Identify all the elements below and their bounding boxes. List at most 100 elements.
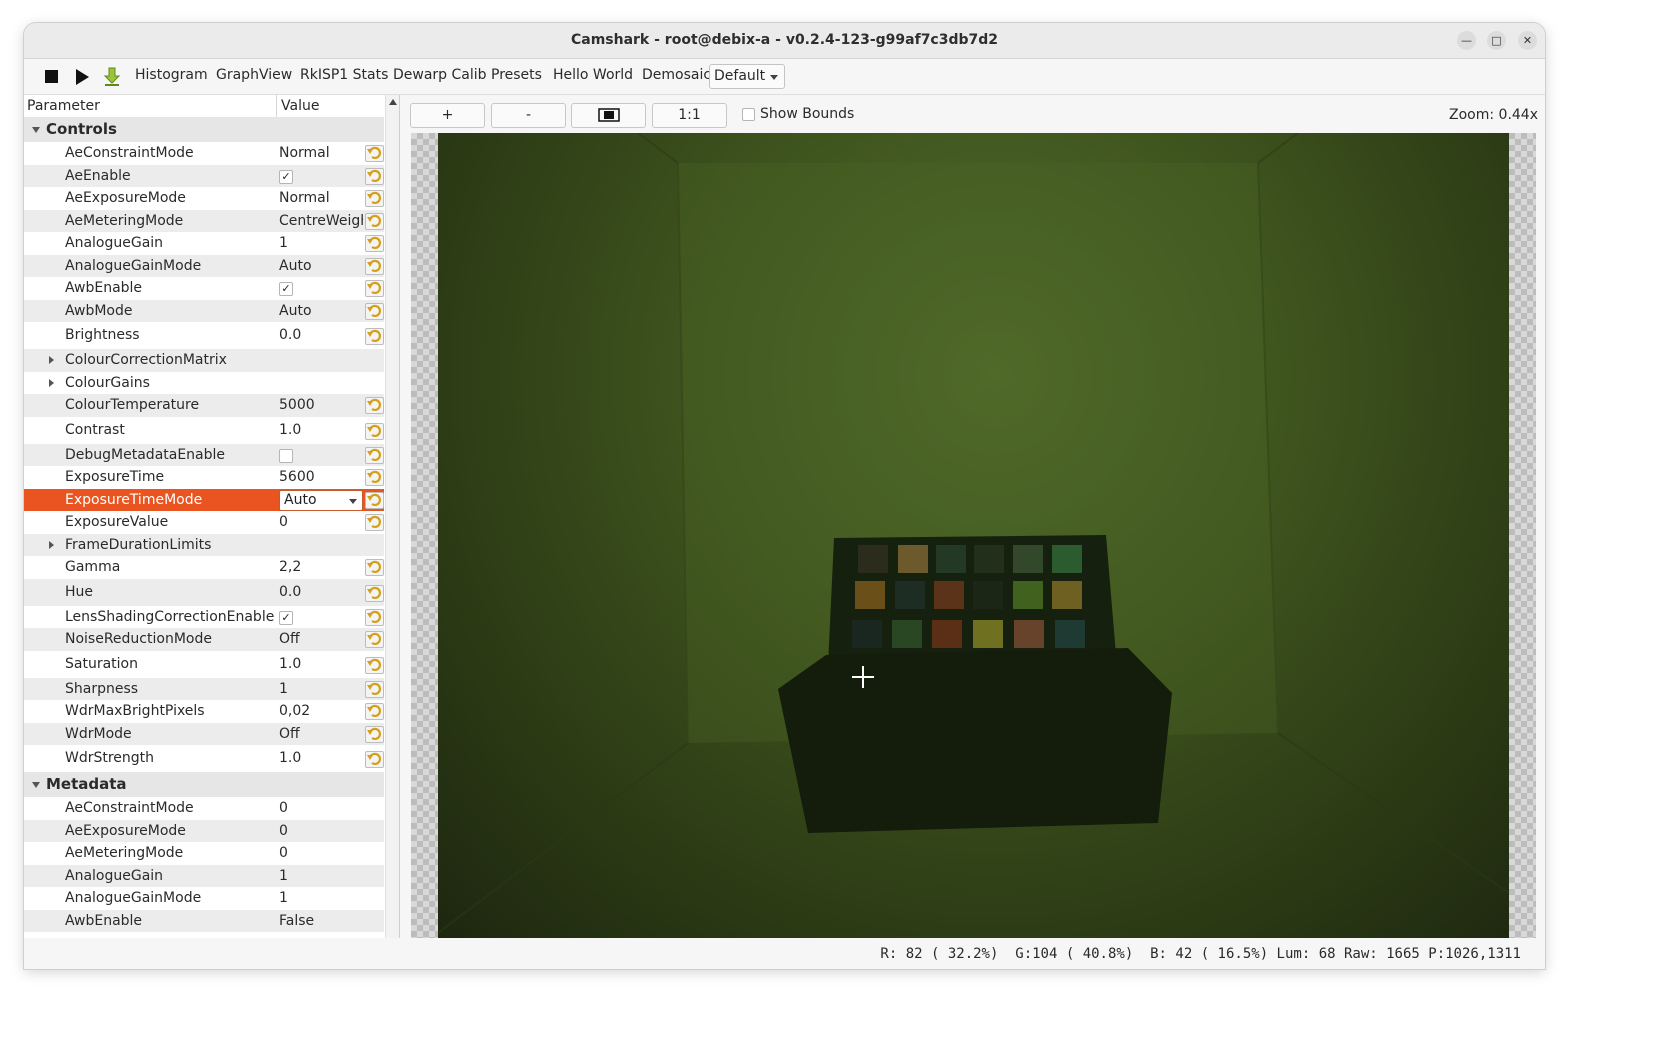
reset-icon[interactable]: [365, 145, 384, 162]
param-value[interactable]: 0.0: [279, 327, 363, 343]
image-canvas[interactable]: [411, 133, 1536, 938]
camera-frame[interactable]: [438, 133, 1509, 938]
tree-row-framedurationlimits[interactable]: FrameDurationLimits: [24, 533, 384, 556]
tree-row-hue[interactable]: Hue 0.0: [24, 578, 384, 606]
tree-row-aeexposuremode[interactable]: AeExposureMode Normal: [24, 187, 384, 210]
show-bounds-box[interactable]: [742, 108, 755, 121]
collapsed-arrow-icon[interactable]: [49, 378, 54, 387]
param-value[interactable]: 1: [279, 681, 363, 697]
expanded-arrow-icon[interactable]: [32, 127, 40, 133]
tree-row-aemeteringmode[interactable]: AeMeteringMode 0: [24, 842, 384, 865]
reset-icon[interactable]: [365, 167, 384, 185]
minimize-button[interactable]: —: [1457, 31, 1476, 50]
rkisp1-stats-button[interactable]: RkISP1 Stats: [300, 67, 388, 83]
param-value[interactable]: Normal: [279, 190, 363, 206]
tree-row-exposuretimemode[interactable]: ExposureTimeMode Auto: [24, 488, 384, 511]
reset-icon[interactable]: [365, 235, 384, 252]
one-to-one-button[interactable]: 1:1: [652, 103, 727, 128]
tree-row-aemeteringmode[interactable]: AeMeteringMode CentreWeigh: [24, 209, 384, 232]
param-value[interactable]: 1: [279, 235, 363, 251]
param-value[interactable]: Auto: [279, 303, 363, 319]
reset-icon[interactable]: [365, 491, 384, 509]
tree-row-awbmode[interactable]: AwbMode Auto: [24, 299, 384, 322]
param-value[interactable]: 0: [279, 514, 363, 530]
tree-row-analoguegain[interactable]: AnalogueGain 1: [24, 864, 384, 887]
title-bar[interactable]: Camshark - root@debix-a - v0.2.4-123-g99…: [24, 23, 1545, 59]
collapsed-arrow-icon[interactable]: [49, 356, 54, 364]
param-value[interactable]: CentreWeigh: [279, 213, 363, 229]
param-checkbox[interactable]: ✓: [279, 282, 293, 296]
tree-row-colourgains[interactable]: ColourGains: [24, 372, 384, 395]
tree-row-colourcorrectionmatrix[interactable]: ColourCorrectionMatrix: [24, 349, 384, 372]
tree-row-wdrmaxbrightpixels[interactable]: WdrMaxBrightPixels 0,02: [24, 700, 384, 723]
tree-row-aeconstraintmode[interactable]: AeConstraintMode Normal: [24, 142, 384, 165]
tree-row-gamma[interactable]: Gamma 2,2: [24, 556, 384, 579]
graphview-button[interactable]: GraphView: [216, 67, 292, 83]
tree-row-aeenable[interactable]: AeEnable ✓: [24, 164, 384, 187]
param-checkbox[interactable]: [279, 448, 293, 463]
dewarp-calib-button[interactable]: Dewarp Calib: [393, 67, 487, 83]
zoom-out-button[interactable]: -: [491, 103, 566, 128]
tree-row-wdrstrength[interactable]: WdrStrength 1.0: [24, 745, 384, 772]
reset-icon[interactable]: [365, 280, 384, 297]
scroll-thumb[interactable]: [388, 109, 397, 489]
param-value[interactable]: Off: [279, 631, 363, 647]
header-value[interactable]: Value: [281, 98, 319, 114]
tree-row-brightness[interactable]: Brightness 0.0: [24, 322, 384, 349]
demosaic-select[interactable]: Default: [709, 64, 785, 89]
reset-icon[interactable]: [365, 469, 384, 486]
param-value[interactable]: Auto: [279, 258, 363, 274]
reset-icon[interactable]: [365, 703, 384, 720]
histogram-button[interactable]: Histogram: [135, 67, 208, 83]
tree-row-awbenable[interactable]: AwbEnable False: [24, 909, 384, 932]
download-icon[interactable]: [102, 67, 122, 87]
reset-icon[interactable]: [365, 608, 384, 626]
param-value[interactable]: 2,2: [279, 559, 363, 575]
tree-row-aeexposuremode[interactable]: AeExposureMode 0: [24, 819, 384, 842]
param-value[interactable]: 0.0: [279, 584, 363, 600]
header-parameter[interactable]: Parameter: [27, 98, 100, 114]
reset-icon[interactable]: [365, 397, 384, 414]
reset-icon[interactable]: [365, 584, 384, 602]
tree-group-metadata[interactable]: Metadata: [24, 772, 384, 797]
reset-icon[interactable]: [365, 725, 384, 743]
param-value[interactable]: 1.0: [279, 750, 363, 766]
tree-row-saturation[interactable]: Saturation 1.0: [24, 651, 384, 678]
reset-icon[interactable]: [365, 559, 384, 576]
tree-scrollbar[interactable]: [385, 95, 399, 969]
param-checkbox[interactable]: ✓: [279, 169, 293, 184]
param-value[interactable]: 0,02: [279, 703, 363, 719]
reset-icon[interactable]: [365, 631, 384, 648]
maximize-button[interactable]: □: [1487, 31, 1506, 50]
tree-row-lensshadingcorrectionenable[interactable]: LensShadingCorrectionEnable ✓: [24, 606, 384, 629]
tree-row-debugmetadataenable[interactable]: DebugMetadataEnable: [24, 443, 384, 466]
tree-row-aeconstraintmode[interactable]: AeConstraintMode 0: [24, 797, 384, 820]
reset-icon[interactable]: [365, 446, 384, 464]
reset-icon[interactable]: [365, 514, 384, 531]
tree-row-noisereductionmode[interactable]: NoiseReductionMode Off: [24, 628, 384, 651]
tree-row-awbenable[interactable]: AwbEnable ✓: [24, 277, 384, 300]
zoom-in-button[interactable]: +: [410, 103, 485, 128]
tree-row-wdrmode[interactable]: WdrMode Off: [24, 722, 384, 745]
close-button[interactable]: ✕: [1518, 31, 1537, 50]
tree-row-analoguegainmode[interactable]: AnalogueGainMode Auto: [24, 254, 384, 277]
expanded-arrow-icon[interactable]: [32, 782, 40, 788]
param-value[interactable]: 1.0: [279, 422, 363, 438]
param-value[interactable]: 5600: [279, 469, 363, 485]
reset-icon[interactable]: [365, 212, 384, 230]
param-value[interactable]: Off: [279, 726, 363, 742]
tree-group-controls[interactable]: Controls: [24, 117, 384, 142]
tree-row-exposurevalue[interactable]: ExposureValue 0: [24, 511, 384, 534]
tree-row-colourtemperature[interactable]: ColourTemperature 5000: [24, 394, 384, 417]
fit-window-button[interactable]: [571, 103, 646, 128]
reset-icon[interactable]: [365, 422, 384, 440]
tree-row-analoguegain[interactable]: AnalogueGain 1: [24, 232, 384, 255]
hello-world-button[interactable]: Hello World: [553, 67, 633, 83]
reset-icon[interactable]: [365, 656, 384, 674]
param-value[interactable]: 5000: [279, 397, 363, 413]
stop-icon[interactable]: [42, 67, 62, 87]
tree-row-analoguegainmode[interactable]: AnalogueGainMode 1: [24, 887, 384, 910]
param-combo[interactable]: Auto: [279, 489, 363, 511]
reset-icon[interactable]: [365, 257, 384, 275]
param-checkbox[interactable]: ✓: [279, 610, 293, 625]
